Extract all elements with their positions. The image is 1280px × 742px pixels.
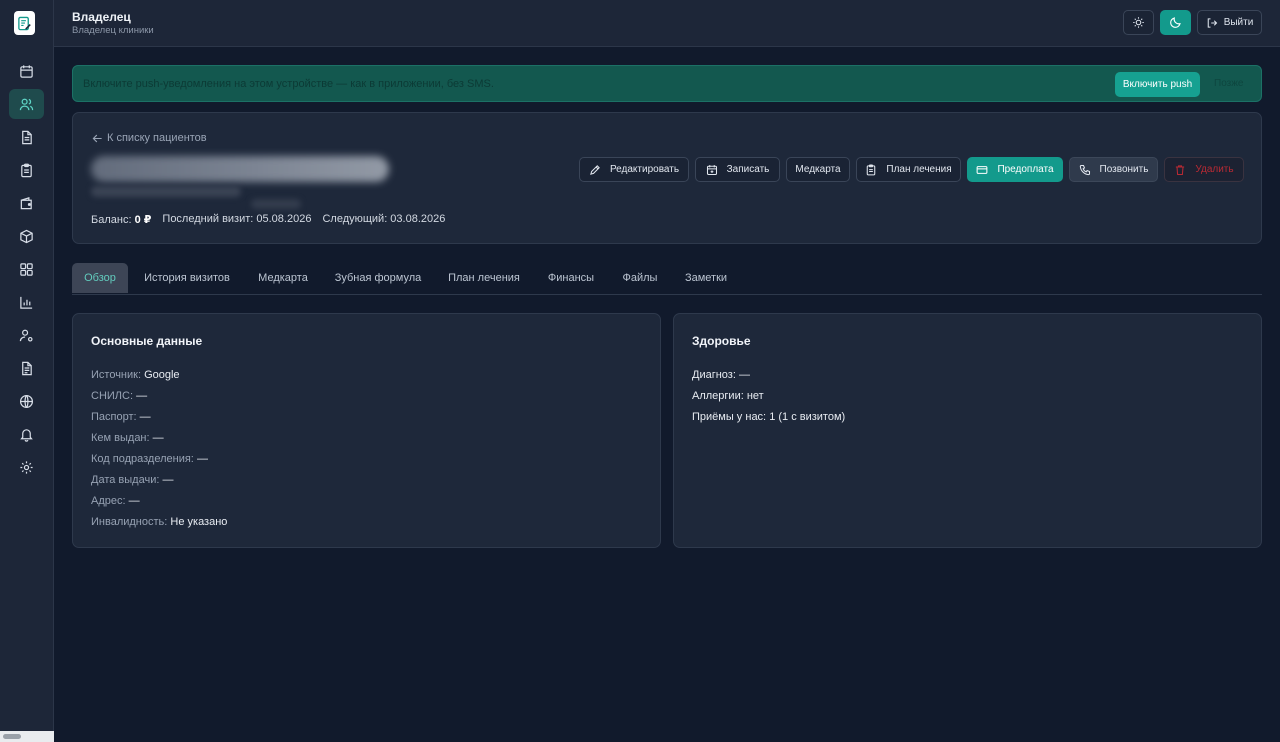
prepayment-button[interactable]: Предоплата: [967, 157, 1063, 182]
source-row: Источник: Google: [91, 369, 180, 381]
passport-row: Паспорт: —: [91, 411, 151, 423]
scrollbar-thumb[interactable]: [3, 734, 21, 739]
allergies-row: Аллергии: нет: [692, 390, 764, 402]
sun-icon: [1133, 17, 1144, 28]
grid-icon: [20, 262, 33, 276]
box-icon: [20, 229, 33, 243]
sidebar: [0, 0, 54, 742]
back-to-patients-link[interactable]: К списку пациентов: [92, 132, 207, 144]
arrow-left-icon: [92, 134, 102, 142]
sidebar-item-tasks[interactable]: [9, 155, 44, 185]
logout-icon: [1207, 17, 1217, 28]
medcard-button[interactable]: Медкарта: [786, 157, 850, 182]
tab-files[interactable]: Файлы: [616, 263, 664, 293]
tab-notes[interactable]: Заметки: [678, 263, 734, 293]
issue-date-row: Дата выдачи: —: [91, 474, 174, 486]
moon-icon: [1170, 17, 1181, 28]
health-title: Здоровье: [692, 334, 751, 348]
tab-medcard[interactable]: Медкарта: [252, 263, 314, 293]
call-button[interactable]: Позвонить: [1069, 157, 1158, 182]
division-code-row: Код подразделения: —: [91, 453, 208, 465]
top-header: Владелец Владелец клиники Выйти: [54, 0, 1280, 47]
light-theme-button[interactable]: [1123, 10, 1154, 35]
delete-button[interactable]: Удалить: [1164, 157, 1244, 182]
balance-value: 0 ₽: [134, 214, 152, 226]
back-link-label: К списку пациентов: [107, 132, 207, 144]
logo-icon: [18, 16, 31, 30]
sidebar-item-staff[interactable]: [9, 320, 44, 350]
sidebar-item-inventory[interactable]: [9, 221, 44, 251]
clipboard-icon: [867, 163, 876, 175]
patient-details-redacted: [91, 186, 241, 197]
enable-push-button[interactable]: Включить push: [1115, 72, 1200, 97]
user-role-subtitle: Владелец клиники: [72, 25, 154, 36]
next-visit-stat: Следующий: 03.08.2026: [322, 213, 446, 225]
globe-icon: [19, 394, 34, 408]
tab-finances[interactable]: Финансы: [542, 263, 600, 293]
users-icon: [19, 98, 34, 110]
patient-name-redacted: [91, 156, 389, 182]
logout-label: Выйти: [1223, 17, 1254, 28]
push-notification-banner: Включите push-уведомления на этом устрой…: [72, 65, 1262, 102]
sidebar-item-settings[interactable]: [9, 452, 44, 482]
treatment-plan-button[interactable]: План лечения: [856, 157, 961, 182]
sidebar-item-calendar[interactable]: [9, 56, 44, 86]
user-settings-icon: [19, 329, 33, 342]
patient-details-redacted-2: [251, 199, 301, 209]
tab-treatment-plan[interactable]: План лечения: [444, 263, 524, 293]
sidebar-item-documents[interactable]: [9, 122, 44, 152]
disability-row: Инвалидность: Не указано: [91, 516, 228, 528]
issued-by-row: Кем выдан: —: [91, 432, 164, 444]
later-button[interactable]: Позже: [1214, 78, 1243, 89]
pencil-icon: [590, 164, 600, 175]
snils-row: СНИЛС: —: [91, 390, 148, 402]
file-text-icon: [22, 361, 32, 375]
patient-tabs: Обзор История визитов Медкарта Зубная фо…: [72, 263, 1262, 295]
logout-button[interactable]: Выйти: [1197, 10, 1262, 35]
sidebar-item-dashboard[interactable]: [9, 254, 44, 284]
patient-header-card: К списку пациентов Баланс: 0 ₽ Последний…: [72, 112, 1262, 244]
sidebar-item-site[interactable]: [9, 386, 44, 416]
wallet-icon: [20, 196, 32, 209]
sidebar-item-patients[interactable]: [9, 89, 44, 119]
bell-icon: [20, 428, 33, 442]
push-banner-text: Включите push-уведомления на этом устрой…: [83, 78, 494, 90]
tab-dental-formula[interactable]: Зубная формула: [330, 263, 426, 293]
balance-stat: Баланс: 0 ₽: [91, 214, 152, 226]
calendar-icon: [20, 64, 33, 78]
clipboard-icon: [21, 163, 32, 177]
sidebar-item-reports[interactable]: [9, 287, 44, 317]
edit-button[interactable]: Редактировать: [579, 157, 689, 182]
sidebar-item-files[interactable]: [9, 353, 44, 383]
calendar-plus-icon: [706, 164, 717, 175]
tab-visit-history[interactable]: История визитов: [136, 263, 238, 293]
document-icon: [22, 130, 32, 144]
trash-icon: [1176, 164, 1185, 175]
credit-card-icon: [977, 165, 988, 174]
user-role-title: Владелец: [72, 10, 131, 24]
sidebar-item-wallet[interactable]: [9, 188, 44, 218]
basic-info-card: Основные данные Источник: Google СНИЛС: …: [72, 313, 661, 548]
phone-icon: [1079, 164, 1090, 175]
patient-stats: Баланс: 0 ₽ Последний визит: 05.08.2026 …: [91, 213, 445, 226]
tab-overview[interactable]: Обзор: [72, 263, 128, 293]
sidebar-item-notifications[interactable]: [9, 419, 44, 449]
diagnosis-row: Диагноз: —: [692, 369, 750, 381]
address-row: Адрес: —: [91, 495, 140, 507]
dark-theme-button[interactable]: [1160, 10, 1191, 35]
health-card: Здоровье Диагноз: — Аллергии: нет Приёмы…: [673, 313, 1262, 548]
book-appointment-button[interactable]: Записать: [695, 157, 780, 182]
appointments-row: Приёмы у нас: 1 (1 с визитом): [692, 411, 846, 423]
app-logo[interactable]: [14, 11, 35, 35]
basic-info-title: Основные данные: [91, 334, 203, 348]
chart-icon: [20, 296, 33, 309]
gear-icon: [20, 460, 33, 474]
last-visit-stat: Последний визит: 05.08.2026: [162, 213, 312, 225]
